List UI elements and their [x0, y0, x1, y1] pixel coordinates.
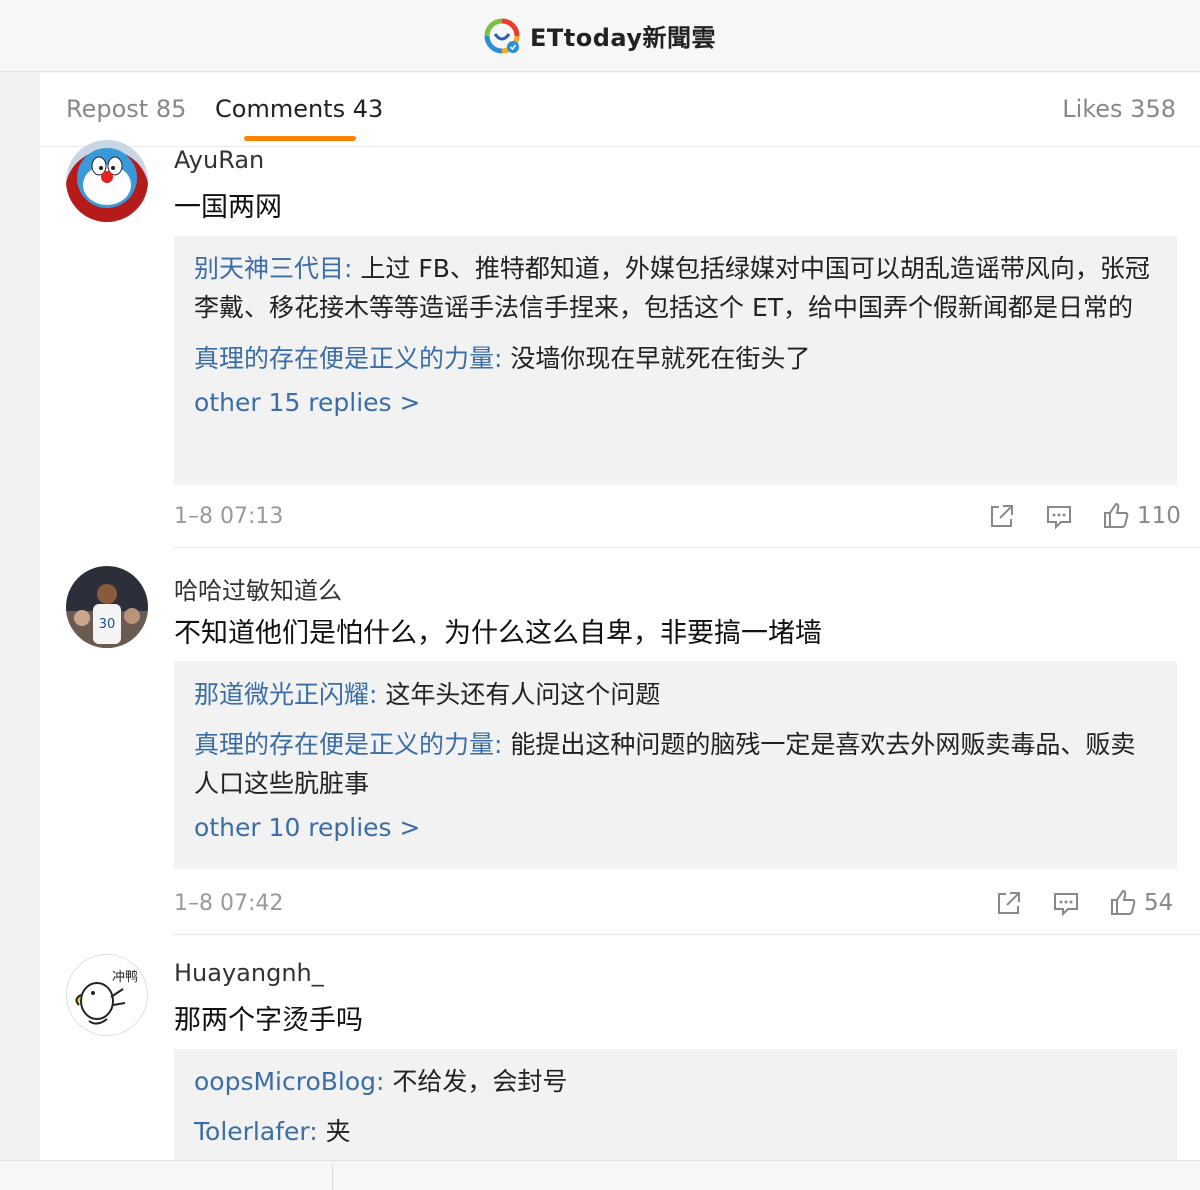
comment-divider	[174, 547, 1200, 548]
reply-box[interactable]: oopsMicroBlog: 不给发，会封号 Tolerlafer: 夹	[174, 1049, 1177, 1160]
reply-item[interactable]: 那道微光正闪耀: 这年头还有人问这个问题	[194, 675, 1157, 714]
reply-text: 夹	[325, 1117, 351, 1146]
comment-text: 那两个字烫手吗	[174, 1005, 363, 1036]
comment-icon[interactable]	[1051, 888, 1081, 918]
reply-username[interactable]: Tolerlafer	[194, 1117, 309, 1146]
bottom-toolbar	[0, 1160, 1200, 1190]
reply-username[interactable]: 真理的存在便是正义的力量	[194, 730, 494, 759]
comment-divider	[174, 934, 1200, 935]
reply-text: 不给发，会封号	[392, 1067, 568, 1096]
comment-username[interactable]: AyuRan	[174, 146, 264, 174]
comment-timestamp: 1–8 07:42	[174, 891, 284, 916]
comment-text: 不知道他们是怕什么，为什么这么自卑，非要搞一堵墙	[174, 618, 822, 649]
tab-repost[interactable]: Repost 85	[66, 95, 186, 123]
comment-text: 一国两网	[174, 192, 282, 223]
reply-item[interactable]: oopsMicroBlog: 不给发，会封号	[194, 1062, 1157, 1101]
share-icon[interactable]	[987, 501, 1017, 531]
comment-username[interactable]: 哈哈过敏知道么	[174, 571, 342, 606]
comment-icon[interactable]	[1044, 501, 1074, 531]
avatar[interactable]: 冲鸭	[66, 954, 148, 1036]
reply-text: 没墙你现在早就死在街头了	[510, 344, 811, 373]
avatar[interactable]: 30	[66, 566, 148, 648]
like-count: 54	[1144, 890, 1174, 916]
reply-item[interactable]: 别天神三代目: 上过 FB、推特都知道，外媒包括绿媒对中国可以胡乱造谣带风向，张…	[194, 249, 1157, 327]
svg-text:30: 30	[99, 617, 116, 632]
reply-username[interactable]: 别天神三代目	[194, 254, 344, 283]
thumbs-up-icon[interactable]	[1101, 500, 1131, 530]
tab-comments[interactable]: Comments 43	[215, 95, 383, 123]
comments-panel: Repost 85 Comments 43 Likes 358 AyuRan 一…	[40, 73, 1200, 1160]
reply-item[interactable]: 真理的存在便是正义的力量: 没墙你现在早就死在街头了	[194, 339, 1157, 378]
reply-username[interactable]: 真理的存在便是正义的力量	[194, 344, 494, 373]
share-icon[interactable]	[994, 888, 1024, 918]
comment-timestamp: 1–8 07:13	[174, 504, 284, 529]
ettoday-logo-icon	[484, 18, 520, 54]
reply-item[interactable]: Tolerlafer: 夹	[194, 1112, 1157, 1151]
reply-box[interactable]: 别天神三代目: 上过 FB、推特都知道，外媒包括绿媒对中国可以胡乱造谣带风向，张…	[174, 236, 1177, 485]
tab-likes[interactable]: Likes 358	[1062, 95, 1176, 123]
app-header: ETtoday新聞雲	[0, 0, 1200, 72]
avatar[interactable]	[66, 140, 148, 222]
more-replies-link[interactable]: other 15 replies >	[194, 388, 1157, 417]
toolbar-divider	[332, 1164, 333, 1190]
tab-bar: Repost 85 Comments 43 Likes 358	[40, 73, 1200, 147]
thumbs-up-icon[interactable]	[1108, 887, 1138, 917]
reply-username[interactable]: 那道微光正闪耀	[194, 680, 369, 709]
active-tab-indicator	[244, 136, 356, 141]
reply-username[interactable]: oopsMicroBlog	[194, 1067, 376, 1096]
avatar-caption: 冲鸭	[112, 970, 138, 985]
more-replies-link[interactable]: other 10 replies >	[194, 813, 1157, 842]
like-count: 110	[1137, 503, 1181, 529]
reply-box[interactable]: 那道微光正闪耀: 这年头还有人问这个问题 真理的存在便是正义的力量: 能提出这种…	[174, 661, 1177, 869]
verified-badge-icon	[506, 40, 519, 53]
reply-item[interactable]: 真理的存在便是正义的力量: 能提出这种问题的脑残一定是喜欢去外网贩卖毒品、贩卖人…	[194, 725, 1157, 803]
comment-username[interactable]: Huayangnh_	[174, 959, 324, 987]
reply-text: 这年头还有人问这个问题	[385, 680, 661, 709]
brand-title: ETtoday新聞雲	[529, 24, 716, 52]
